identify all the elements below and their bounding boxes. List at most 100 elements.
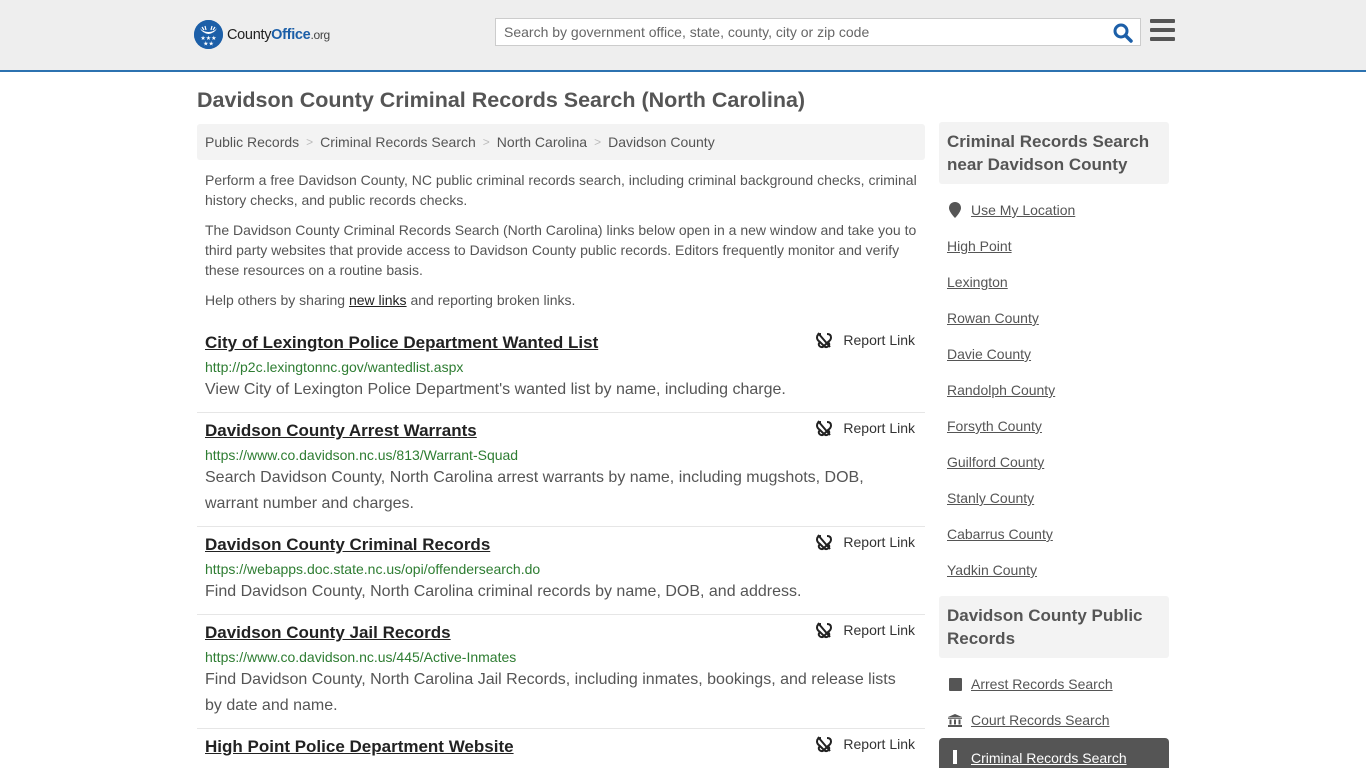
courthouse-icon <box>947 713 963 727</box>
broken-link-icon <box>816 420 833 437</box>
nearby-link-stanly-county[interactable]: Stanly County <box>947 490 1034 506</box>
report-link-label: Report Link <box>843 420 915 436</box>
public-records-list: Arrest Records Search Court Records Sear… <box>939 658 1169 738</box>
menu-bar <box>1150 28 1175 32</box>
logo-link[interactable]: ★★★ ★★ CountyOffice.org <box>194 20 330 49</box>
result-url[interactable]: https://www.co.davidson.nc.us/445/Active… <box>205 647 917 667</box>
report-link-button[interactable]: Report Link <box>815 735 915 753</box>
map-marker-icon <box>947 202 963 218</box>
site-header: ★★★ ★★ CountyOffice.org <box>0 0 1366 72</box>
exclamation-icon <box>947 750 963 764</box>
result-item: City of Lexington Police Department Want… <box>197 325 925 413</box>
result-title-link[interactable]: City of Lexington Police Department Want… <box>205 330 598 356</box>
report-link-button[interactable]: Report Link <box>815 533 915 551</box>
nearby-item: Yadkin County <box>947 552 1161 588</box>
breadcrumb-criminal-records-search[interactable]: Criminal Records Search <box>320 134 476 150</box>
nearby-item: High Point <box>947 228 1161 264</box>
result-title-link[interactable]: High Point Police Department Website <box>205 734 514 760</box>
result-title-link[interactable]: Davidson County Jail Records <box>205 620 451 646</box>
page-title: Davidson County Criminal Records Search … <box>197 88 806 112</box>
intro-paragraph-2: The Davidson County Criminal Records Sea… <box>205 222 917 278</box>
nearby-link-high-point[interactable]: High Point <box>947 238 1012 254</box>
result-description: View City of Lexington Police Department… <box>205 381 786 398</box>
breadcrumb-davidson-county[interactable]: Davidson County <box>608 134 715 150</box>
result-description: Find Davidson County, North Carolina cri… <box>205 583 802 600</box>
breadcrumb-separator: > <box>306 135 314 149</box>
use-my-location-link[interactable]: Use My Location <box>971 202 1075 218</box>
result-description: Search Davidson County, North Carolina a… <box>205 469 864 512</box>
intro-paragraph-1: Perform a free Davidson County, NC publi… <box>205 172 917 208</box>
search-icon <box>1113 23 1133 43</box>
nearby-heading: Criminal Records Search near Davidson Co… <box>939 122 1169 184</box>
public-records-heading: Davidson County Public Records <box>939 596 1169 658</box>
result-description: Find Davidson County, North Carolina Jai… <box>205 671 896 714</box>
result-item: Davidson County Jail Records Report Link… <box>197 615 925 729</box>
result-title-link[interactable]: Davidson County Criminal Records <box>205 532 490 558</box>
menu-bar <box>1150 37 1175 41</box>
breadcrumb-north-carolina[interactable]: North Carolina <box>497 134 587 150</box>
public-records-item: Court Records Search <box>947 702 1161 738</box>
breadcrumb-public-records[interactable]: Public Records <box>205 134 299 150</box>
sidebar: Criminal Records Search near Davidson Co… <box>939 122 1169 768</box>
menu-bar <box>1150 19 1175 23</box>
breadcrumb: Public Records > Criminal Records Search… <box>197 124 925 160</box>
report-link-button[interactable]: Report Link <box>815 621 915 639</box>
logo-text: CountyOffice.org <box>227 26 330 43</box>
nearby-item: Davie County <box>947 336 1161 372</box>
nearby-link-lexington[interactable]: Lexington <box>947 274 1008 290</box>
result-title-link[interactable]: Davidson County Arrest Warrants <box>205 418 477 444</box>
result-url[interactable]: https://webapps.doc.state.nc.us/opi/offe… <box>205 559 917 579</box>
breadcrumb-separator: > <box>482 135 490 149</box>
nearby-link-davie-county[interactable]: Davie County <box>947 346 1031 362</box>
results-list: City of Lexington Police Department Want… <box>197 325 925 769</box>
nearby-link-forsyth-county[interactable]: Forsyth County <box>947 418 1042 434</box>
broken-link-icon <box>816 534 833 551</box>
intro-paragraph-3: Help others by sharing new links and rep… <box>205 290 920 310</box>
search-box <box>495 18 1141 46</box>
breadcrumb-separator: > <box>594 135 602 149</box>
result-item: Davidson County Arrest Warrants Report L… <box>197 413 925 527</box>
result-url[interactable]: http://p2c.lexingtonnc.gov/wantedlist.as… <box>205 357 917 377</box>
nearby-item: Stanly County <box>947 480 1161 516</box>
hamburger-menu-button[interactable] <box>1150 19 1175 41</box>
court-records-search-link[interactable]: Court Records Search <box>971 712 1110 728</box>
result-item: High Point Police Department Website Rep… <box>197 729 925 769</box>
new-links-link[interactable]: new links <box>349 292 407 308</box>
intro-text: Perform a free Davidson County, NC publi… <box>205 170 920 320</box>
report-link-label: Report Link <box>843 622 915 638</box>
broken-link-icon <box>816 622 833 639</box>
nearby-item: Cabarrus County <box>947 516 1161 552</box>
search-button[interactable] <box>1112 22 1134 44</box>
square-icon <box>947 677 963 691</box>
broken-link-icon <box>816 736 833 753</box>
nearby-link-rowan-county[interactable]: Rowan County <box>947 310 1039 326</box>
nearby-item: Rowan County <box>947 300 1161 336</box>
public-records-item-active[interactable]: Criminal Records Search <box>939 738 1169 768</box>
nearby-link-yadkin-county[interactable]: Yadkin County <box>947 562 1037 578</box>
search-input[interactable] <box>496 19 1096 45</box>
result-item: Davidson County Criminal Records Report … <box>197 527 925 615</box>
broken-link-icon <box>816 332 833 349</box>
nearby-item: Guilford County <box>947 444 1161 480</box>
criminal-records-search-link[interactable]: Criminal Records Search <box>971 750 1127 766</box>
eagle-stars-icon: ★★★ ★★ <box>194 20 223 49</box>
report-link-button[interactable]: Report Link <box>815 331 915 349</box>
report-link-label: Report Link <box>843 332 915 348</box>
intro-text-after: and reporting broken links. <box>406 292 576 308</box>
public-records-item: Arrest Records Search <box>947 666 1161 702</box>
nearby-item: Randolph County <box>947 372 1161 408</box>
nearby-link-randolph-county[interactable]: Randolph County <box>947 382 1055 398</box>
nearby-link-cabarrus-county[interactable]: Cabarrus County <box>947 526 1053 542</box>
nearby-link-guilford-county[interactable]: Guilford County <box>947 454 1044 470</box>
nearby-list: Use My Location High Point Lexington Row… <box>939 184 1169 594</box>
svg-text:★★: ★★ <box>203 41 214 48</box>
result-url[interactable]: https://www.co.davidson.nc.us/813/Warran… <box>205 445 917 465</box>
nearby-item: Lexington <box>947 264 1161 300</box>
report-link-label: Report Link <box>843 736 915 752</box>
use-location-item: Use My Location <box>947 192 1161 228</box>
report-link-label: Report Link <box>843 534 915 550</box>
intro-text-before: Help others by sharing <box>205 292 349 308</box>
arrest-records-search-link[interactable]: Arrest Records Search <box>971 676 1113 692</box>
nearby-item: Forsyth County <box>947 408 1161 444</box>
report-link-button[interactable]: Report Link <box>815 419 915 437</box>
